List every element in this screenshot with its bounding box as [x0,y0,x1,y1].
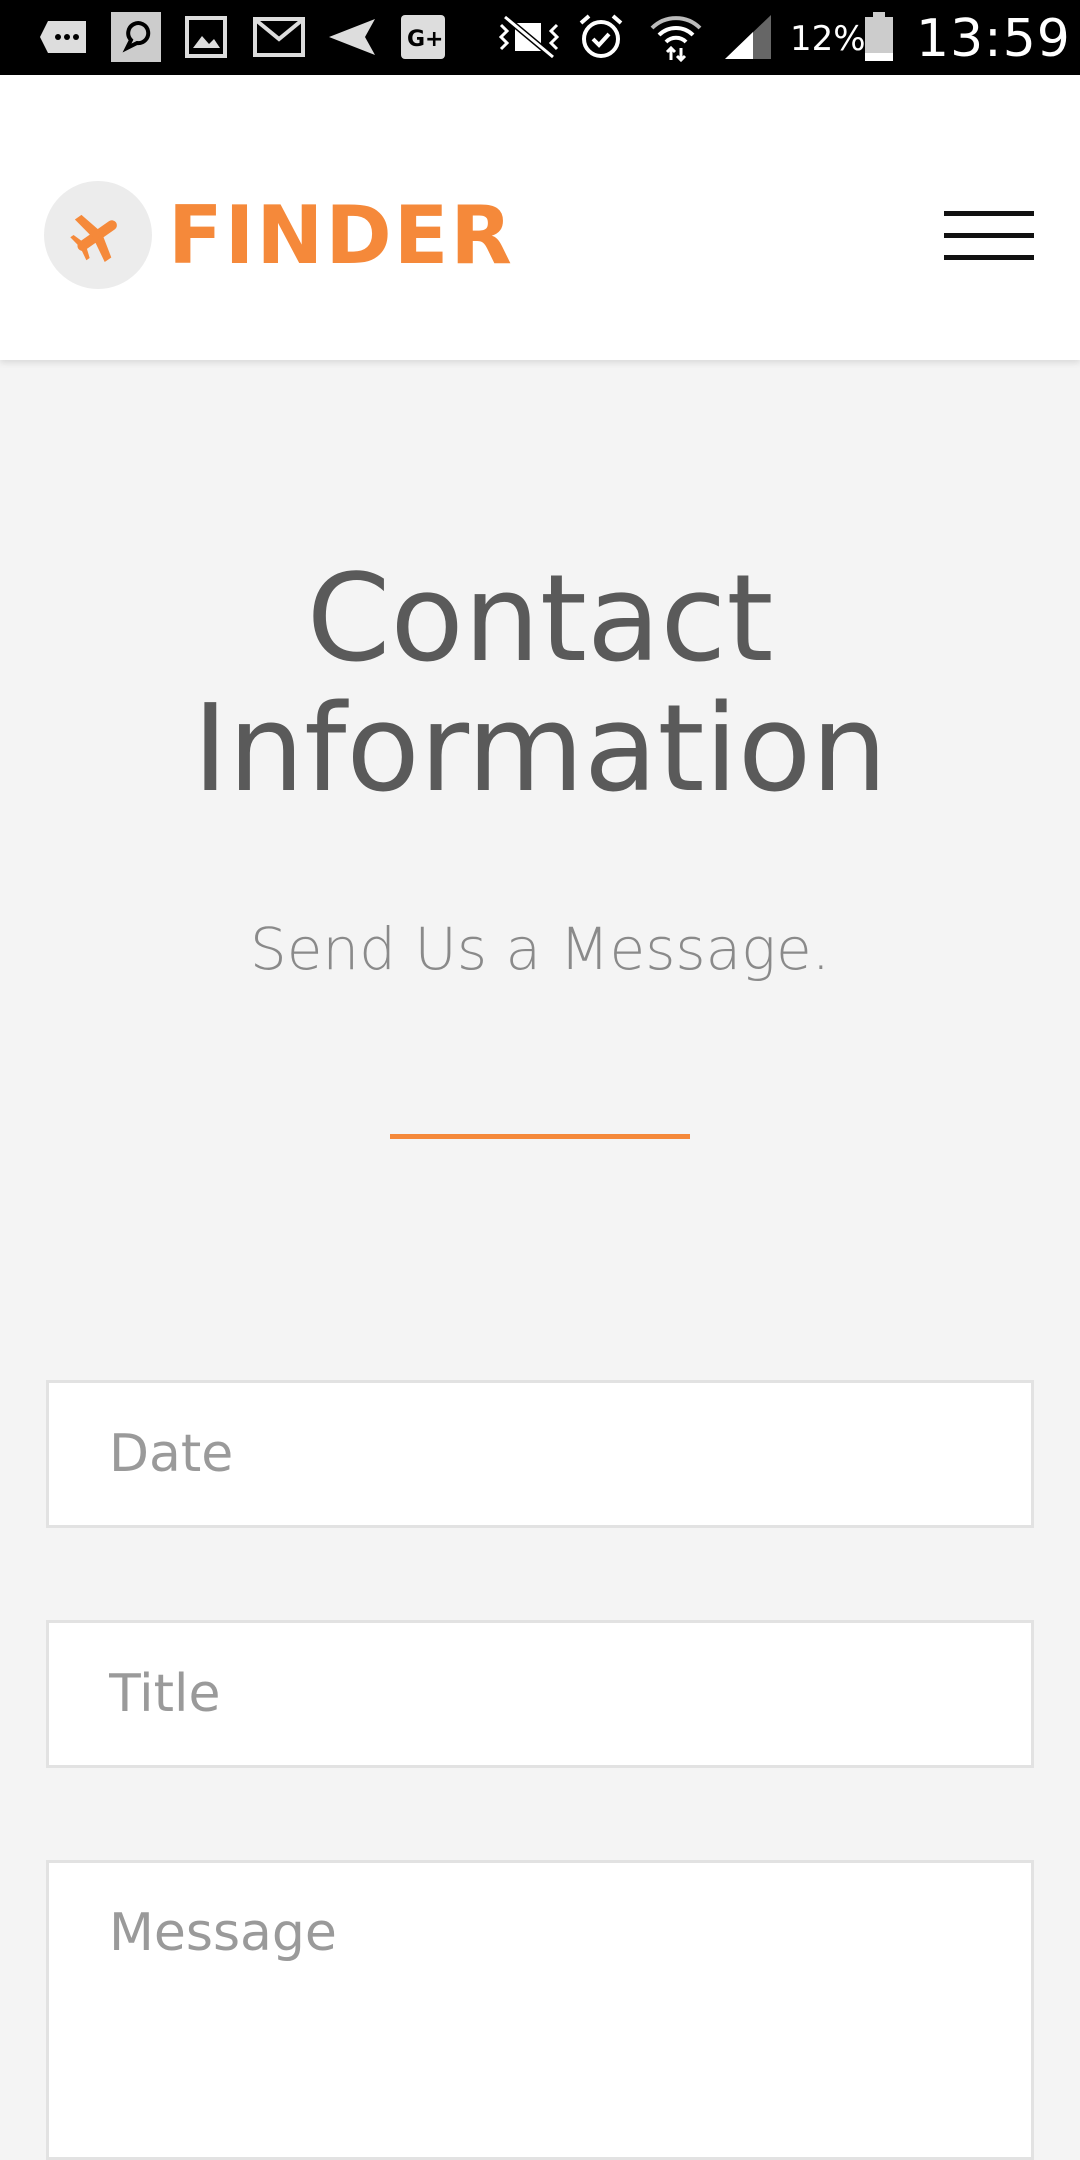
wifi-icon [648,12,704,62]
brand-logo[interactable]: FINDER [44,180,514,290]
accent-divider [390,1134,690,1139]
brand-name: FINDER [168,188,515,282]
page-subtitle: Send Us a Message. [249,915,831,983]
date-field[interactable] [46,1380,1034,1528]
hamburger-menu-icon[interactable] [944,195,1036,275]
clock-time: 13:59 [916,9,1071,69]
signal-icon [722,12,774,62]
title-field[interactable] [46,1620,1034,1768]
menu-line [944,232,1034,238]
battery-percent: 12% [790,19,866,59]
svg-text:G+: G+ [407,27,444,52]
tapatalk-icon [110,12,162,62]
message-field[interactable] [46,1860,1034,2160]
send-icon [326,12,378,62]
status-bar: G+ 12% 13:59 [0,0,1080,75]
page-title: Contact Information [192,550,888,819]
gallery-icon [184,12,228,62]
menu-line [944,210,1034,216]
battery-icon [862,12,896,62]
airplane-icon [44,181,152,289]
google-plus-icon: G+ [400,12,446,62]
mute-vibrate-icon [494,12,564,62]
alarm-icon [576,12,626,62]
menu-line [944,254,1034,260]
site-header: FINDER [0,75,1080,360]
messenger-icon [36,12,92,62]
gmail-icon [252,12,306,62]
contact-section: Contact Information Send Us a Message. [0,360,1080,2160]
